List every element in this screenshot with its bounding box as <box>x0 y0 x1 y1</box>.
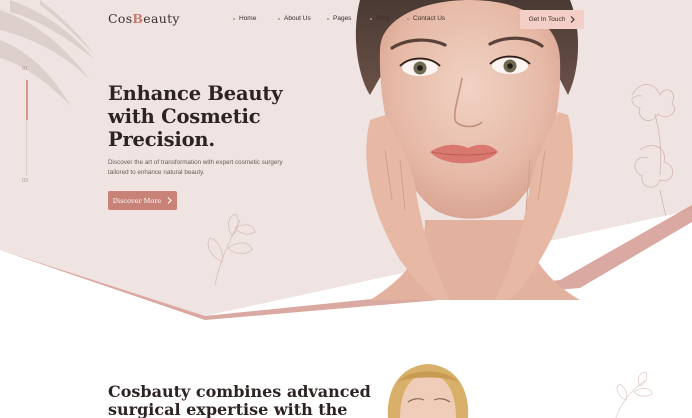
chevron-right-icon <box>570 16 576 23</box>
nav-item-blog[interactable]: Blog <box>370 15 389 22</box>
nav-bullet-icon <box>370 17 372 20</box>
hero-section: Cos Beauty Home About Us Pages Blog Conta… <box>0 0 692 320</box>
site-logo[interactable]: Cos Beauty <box>108 11 180 26</box>
floral-decoration-left <box>207 213 256 286</box>
nav-item-home[interactable]: Home <box>233 15 256 22</box>
site-header: Cos Beauty Home About Us Pages Blog Conta… <box>0 0 692 40</box>
hero-title-line: Precision. <box>108 128 215 151</box>
chevron-right-icon <box>167 197 172 204</box>
discover-more-button[interactable]: Discover More <box>108 191 177 210</box>
get-in-touch-button[interactable]: Get In Touch <box>520 10 584 29</box>
floral-decoration-bottom <box>615 371 653 418</box>
nav-label: Pages <box>333 15 352 22</box>
nav-label: Contact Us <box>413 15 446 22</box>
nav-item-pages[interactable]: Pages <box>327 15 351 22</box>
about-model-image <box>387 364 469 418</box>
slide-number-current: 01 <box>22 66 29 72</box>
hero-model-image <box>355 0 580 300</box>
slide-progress <box>26 80 28 120</box>
nav-bullet-icon <box>327 17 329 20</box>
hero-title-line: Enhance Beauty <box>108 82 283 105</box>
hero-title-line: with Cosmetic <box>108 105 261 128</box>
about-title-line: surgical expertise with the <box>108 400 348 418</box>
slide-indicator[interactable]: 01 03 <box>22 66 32 188</box>
nav-bullet-icon <box>407 17 409 20</box>
nav-label: Home <box>239 15 257 22</box>
hero-description: Discover the art of transformation with … <box>108 159 283 176</box>
slide-number-total: 03 <box>22 178 29 184</box>
about-title-line: Cosbauty combines advanced <box>108 382 371 401</box>
nav-bullet-icon <box>233 17 235 20</box>
logo-mark: B <box>132 11 144 26</box>
about-section-title: Cosbauty combines advanced surgical expe… <box>108 382 371 418</box>
logo-text-suffix: eauty <box>143 11 180 26</box>
nav-label: Blog <box>376 15 390 22</box>
get-in-touch-label: Get In Touch <box>528 16 566 23</box>
nav-label: About Us <box>284 15 311 22</box>
logo-text-prefix: Cos <box>108 11 133 26</box>
nav-bullet-icon <box>278 17 280 20</box>
nav-item-contact-us[interactable]: Contact Us <box>407 15 445 22</box>
nav-item-about-us[interactable]: About Us <box>278 15 311 22</box>
discover-more-label: Discover More <box>112 196 162 205</box>
hero-title: Enhance Beauty with Cosmetic Precision. <box>108 82 308 151</box>
